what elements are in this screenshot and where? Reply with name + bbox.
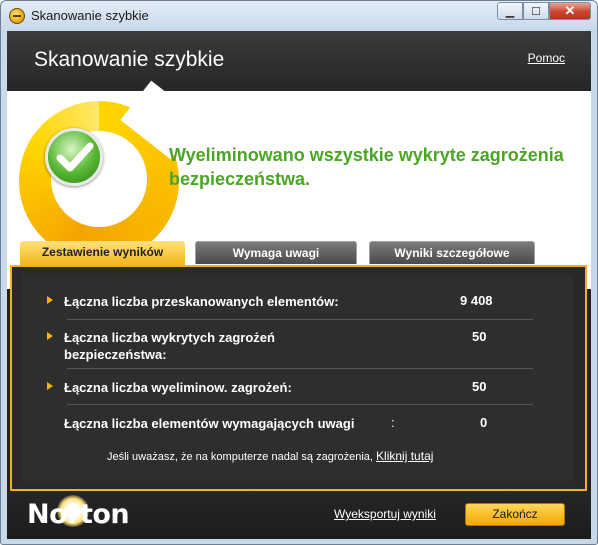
summary-row-value: 50 — [472, 329, 487, 344]
bullet-arrow-icon — [47, 296, 53, 304]
summary-row-scanned: Łączna liczba przeskanowanych elementów:… — [47, 293, 534, 313]
norton-logo: Norton — [27, 499, 130, 530]
summary-row-label: Łączna liczba elementów wymagających uwa… — [64, 416, 355, 431]
summary-row-value: 0 — [480, 415, 488, 430]
footer-bar: Norton Wyeksportuj wyniki Zakończ — [7, 491, 591, 539]
summary-row-value: 9 408 — [460, 293, 493, 308]
summary-row-eliminated: Łączna liczba wyeliminow. zagrożeń: 50 — [47, 379, 534, 399]
page-title: Skanowanie szybkie — [34, 48, 225, 71]
close-button[interactable]: ✕ — [549, 2, 591, 20]
finish-button[interactable]: Zakończ — [465, 503, 565, 526]
window-title: Skanowanie szybkie — [31, 8, 149, 23]
summary-row-label: Łączna liczba przeskanowanych elementów: — [64, 294, 339, 309]
summary-row-attention: Łączna liczba elementów wymagających uwa… — [64, 415, 534, 435]
click-here-link[interactable]: Kliknij tutaj — [376, 449, 433, 463]
summary-row-label: Łączna liczba wykrytych zagrożeń bezpiec… — [64, 330, 275, 362]
summary-row-label: Łączna liczba wyeliminow. zagrożeń: — [64, 380, 292, 395]
tab-attention[interactable]: Wymaga uwagi — [195, 241, 357, 264]
title-bar[interactable]: Skanowanie szybkie ▁ ☐ ✕ — [1, 1, 597, 31]
row-divider — [67, 404, 533, 405]
status-ring-graphic — [19, 80, 202, 261]
dialog-content: Skanowanie szybkie Pomoc Wyeliminowano w… — [7, 31, 591, 539]
maximize-button[interactable]: ☐ — [523, 2, 549, 20]
row-divider — [67, 368, 533, 369]
row-divider — [67, 319, 533, 320]
help-note-text: Jeśli uważasz, że na komputerze nadal są… — [107, 451, 373, 463]
summary-row-value: 50 — [472, 379, 487, 394]
bullet-arrow-icon — [47, 382, 53, 390]
app-window: Skanowanie szybkie ▁ ☐ ✕ Skanowanie szyb… — [0, 0, 598, 545]
export-results-link[interactable]: Wyeksportuj wyniki — [334, 507, 436, 521]
summary-row-colon: : — [391, 415, 395, 430]
tab-details[interactable]: Wyniki szczegółowe — [369, 241, 535, 264]
help-note: Jeśli uważasz, że na komputerze nadal są… — [107, 449, 433, 463]
green-checkmark-icon — [45, 128, 103, 186]
window-controls: ▁ ☐ ✕ — [497, 2, 591, 22]
minimize-button[interactable]: ▁ — [497, 2, 523, 20]
bullet-arrow-icon — [47, 332, 53, 340]
status-message: Wyeliminowano wszystkie wykryte zagrożen… — [169, 145, 564, 189]
tab-summary[interactable]: Zestawienie wyników — [20, 241, 185, 265]
results-tabs: Zestawienie wyników Wymaga uwagi Wyniki … — [7, 241, 591, 265]
help-link[interactable]: Pomoc — [528, 51, 565, 65]
header-bar: Skanowanie szybkie Pomoc — [7, 31, 591, 91]
summary-row-detected: Łączna liczba wykrytych zagrożeń bezpiec… — [47, 329, 534, 363]
norton-app-icon — [9, 8, 25, 24]
